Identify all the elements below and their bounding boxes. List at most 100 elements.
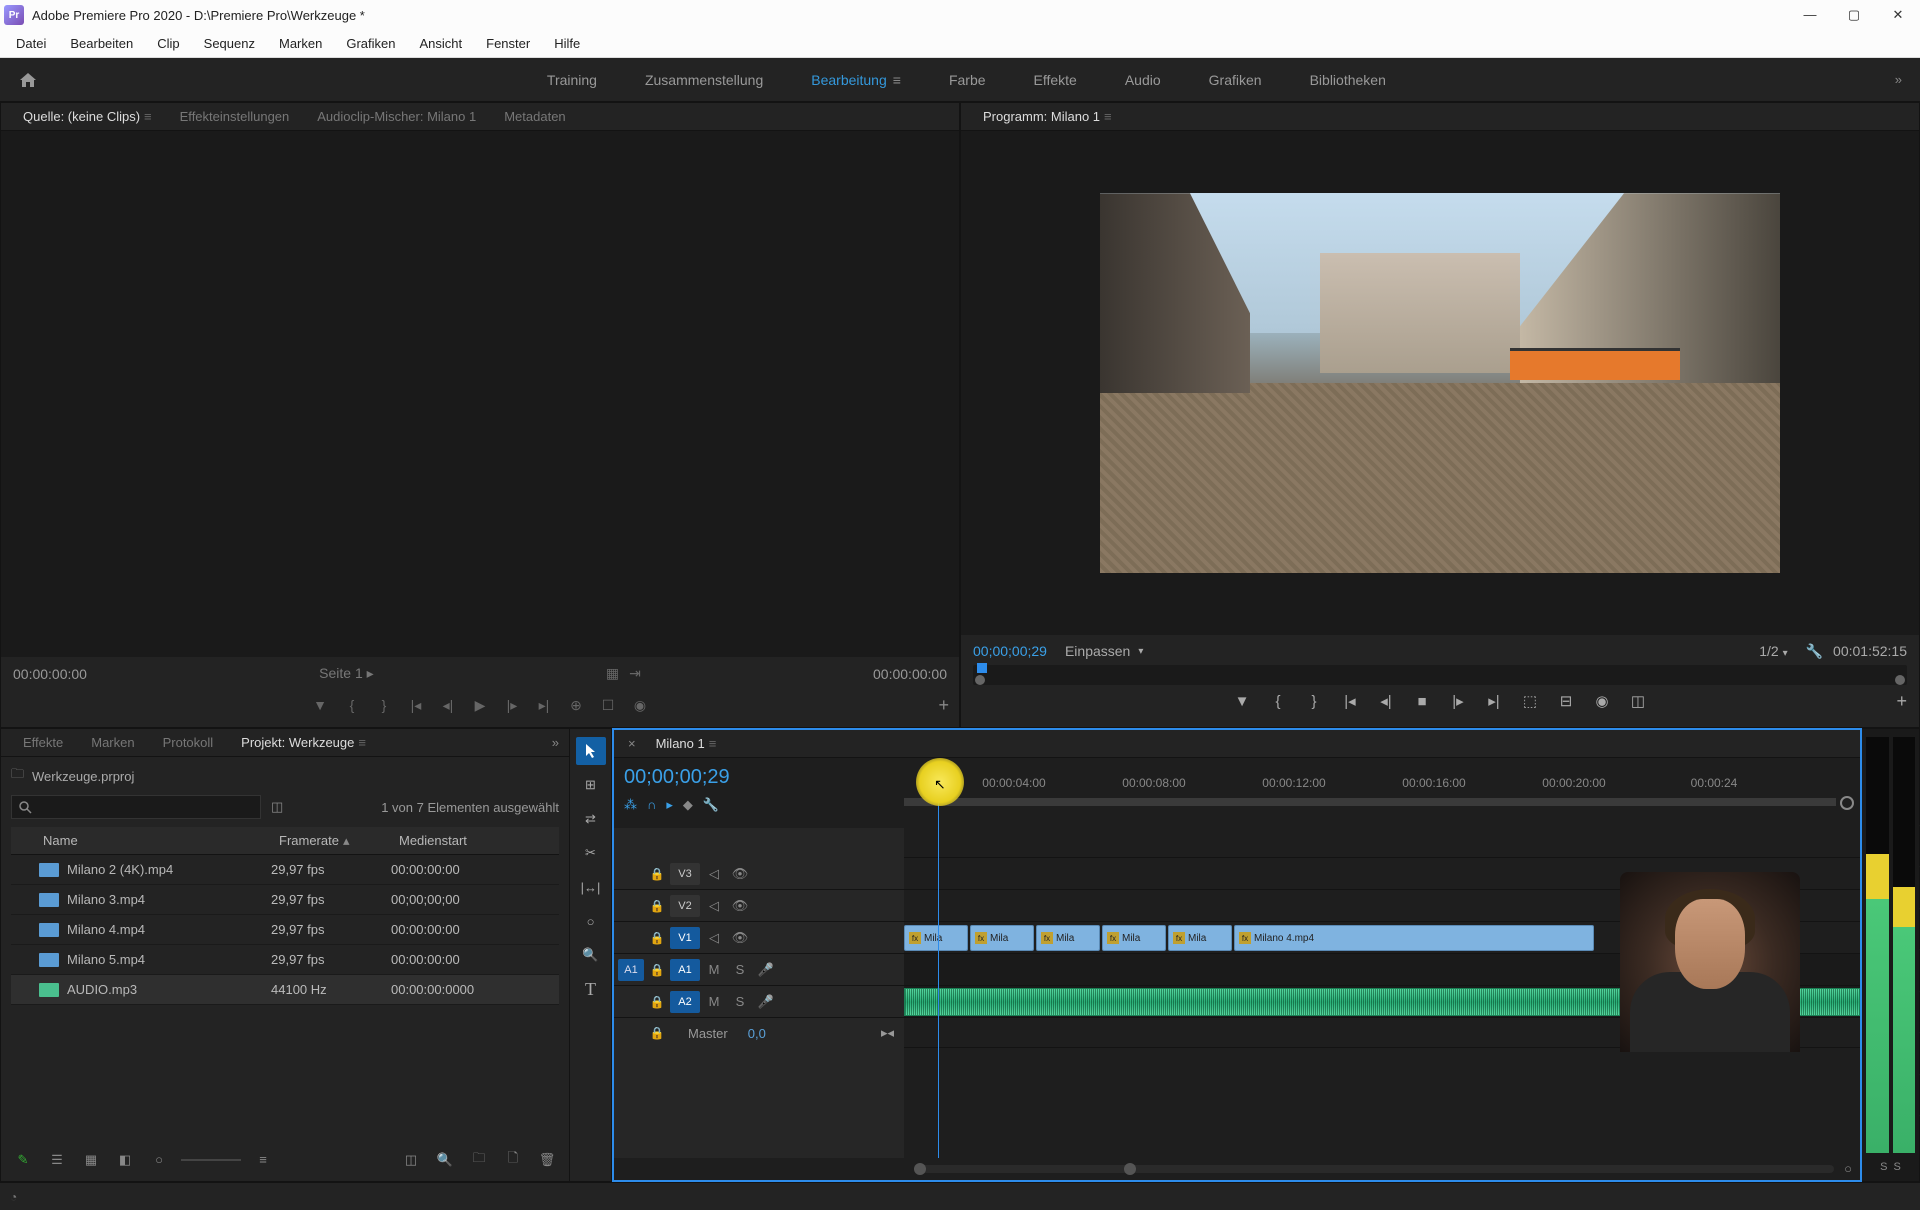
- type-tool-icon[interactable]: T: [576, 975, 606, 1003]
- src-marker-icon[interactable]: ▼: [307, 692, 333, 718]
- timeline-timecode[interactable]: 00;00;00;29: [624, 766, 894, 789]
- program-resolution-select[interactable]: 1/2 ▾: [1751, 641, 1795, 661]
- src-add-button-icon[interactable]: +: [938, 695, 949, 716]
- track-master[interactable]: 🔒 Master 0,0 ▸◂: [614, 1018, 904, 1048]
- prog-add-button-icon[interactable]: +: [1896, 691, 1907, 712]
- tab-audioclip-mischer[interactable]: Audioclip-Mischer: Milano 1: [303, 105, 490, 128]
- video-clip[interactable]: fxMila: [1168, 925, 1232, 951]
- write-icon[interactable]: ✎: [11, 1152, 35, 1168]
- lock-icon[interactable]: 🔒: [646, 995, 668, 1009]
- zoom-slider-handle[interactable]: ○: [147, 1152, 171, 1167]
- src-insert-icon[interactable]: ⊕: [563, 692, 589, 718]
- tab-projekt[interactable]: Projekt: Werkzeuge≡: [227, 731, 380, 754]
- close-sequence-icon[interactable]: ×: [622, 736, 642, 751]
- col-framerate[interactable]: Framerate▴: [271, 833, 391, 849]
- selection-tool-icon[interactable]: [576, 737, 606, 765]
- table-row[interactable]: Milano 5.mp4 29,97 fps 00:00:00:00: [11, 945, 559, 975]
- source-timecode-left[interactable]: 00:00:00:00: [13, 666, 87, 682]
- track-label[interactable]: V3: [670, 863, 700, 885]
- prog-out-icon[interactable]: }: [1300, 689, 1328, 713]
- settings-wrench-icon[interactable]: 🔧: [703, 797, 719, 813]
- menu-clip[interactable]: Clip: [145, 32, 191, 55]
- voice-record-icon[interactable]: 🎤: [754, 962, 778, 978]
- delete-icon[interactable]: 🗑: [535, 1152, 559, 1168]
- collapse-icon[interactable]: ▸◂: [881, 1025, 894, 1041]
- program-timecode[interactable]: 00;00;00;29: [973, 643, 1047, 659]
- workspace-training[interactable]: Training: [523, 62, 621, 98]
- source-scale-select[interactable]: Seite 1 ▸: [319, 665, 374, 682]
- eye-icon[interactable]: 👁: [728, 866, 752, 882]
- hand-tool-icon[interactable]: 🔍: [576, 941, 606, 969]
- maximize-button[interactable]: ▢: [1844, 7, 1864, 23]
- master-value[interactable]: 0,0: [748, 1026, 766, 1041]
- prog-in-icon[interactable]: {: [1264, 689, 1292, 713]
- solo-left[interactable]: S: [1880, 1161, 1887, 1173]
- table-row[interactable]: Milano 3.mp4 29,97 fps 00;00;00;00: [11, 885, 559, 915]
- tab-effekte[interactable]: Effekte: [9, 731, 77, 754]
- tab-protokoll[interactable]: Protokoll: [149, 731, 228, 754]
- src-out-icon[interactable]: }: [371, 692, 397, 718]
- program-monitor[interactable]: [961, 131, 1919, 635]
- voice-record-icon[interactable]: 🎤: [754, 994, 778, 1010]
- table-row[interactable]: Milano 2 (4K).mp4 29,97 fps 00:00:00:00: [11, 855, 559, 885]
- toggle-output-icon[interactable]: ◁: [702, 898, 726, 914]
- tab-metadaten[interactable]: Metadaten: [490, 105, 579, 128]
- panel-overflow-icon[interactable]: »: [542, 731, 569, 754]
- track-label[interactable]: A1: [670, 959, 700, 981]
- tab-quelle[interactable]: Quelle: (keine Clips)≡: [9, 105, 166, 128]
- menu-ansicht[interactable]: Ansicht: [407, 32, 474, 55]
- add-marker-icon[interactable]: ◆: [683, 797, 693, 813]
- eye-icon[interactable]: 👁: [728, 930, 752, 946]
- lock-icon[interactable]: 🔒: [646, 867, 668, 881]
- table-row[interactable]: Milano 4.mp4 29,97 fps 00:00:00:00: [11, 915, 559, 945]
- prog-marker-icon[interactable]: ▼: [1228, 689, 1256, 713]
- menu-sequenz[interactable]: Sequenz: [192, 32, 267, 55]
- snap-icon[interactable]: ⁂: [624, 797, 637, 813]
- prog-lift-icon[interactable]: ⬚: [1516, 689, 1544, 713]
- tab-programm[interactable]: Programm: Milano 1≡: [969, 105, 1126, 128]
- source-overlay-icon[interactable]: ▦: [606, 665, 619, 682]
- mute-icon[interactable]: M: [702, 962, 726, 977]
- col-name[interactable]: Name: [11, 833, 271, 848]
- workspace-overflow-icon[interactable]: »: [1885, 66, 1912, 93]
- src-step-fwd-icon[interactable]: |▸: [499, 692, 525, 718]
- mute-icon[interactable]: M: [702, 994, 726, 1009]
- toggle-output-icon[interactable]: ◁: [702, 930, 726, 946]
- eye-icon[interactable]: 👁: [728, 898, 752, 914]
- video-clip[interactable]: fxMila: [904, 925, 968, 951]
- track-header-v1[interactable]: 🔒 V1 ◁ 👁: [614, 922, 904, 954]
- close-button[interactable]: ✕: [1888, 7, 1908, 23]
- solo-right[interactable]: S: [1894, 1161, 1901, 1173]
- search-input[interactable]: [11, 795, 261, 819]
- pen-tool-icon[interactable]: ○: [576, 907, 606, 935]
- track-header-a2[interactable]: 🔒 A2 M S 🎤: [614, 986, 904, 1018]
- status-icon[interactable]: ◔: [10, 1190, 17, 1204]
- prog-goto-out-icon[interactable]: ▸|: [1480, 689, 1508, 713]
- marker-icon[interactable]: ▸: [666, 797, 673, 813]
- menu-bearbeiten[interactable]: Bearbeiten: [58, 32, 145, 55]
- menu-grafiken[interactable]: Grafiken: [334, 32, 407, 55]
- src-play-icon[interactable]: ▶: [467, 692, 493, 718]
- bin-icon[interactable]: 🗀: [11, 765, 24, 787]
- track-select-tool-icon[interactable]: ⊞: [576, 771, 606, 799]
- audio-patch[interactable]: A1: [618, 959, 644, 981]
- video-clip[interactable]: fxMila: [1102, 925, 1166, 951]
- table-row[interactable]: AUDIO.mp3 44100 Hz 00:00:00:0000: [11, 975, 559, 1005]
- menu-marken[interactable]: Marken: [267, 32, 334, 55]
- prog-stop-icon[interactable]: ■: [1408, 689, 1436, 713]
- tab-sequence[interactable]: Milano 1≡: [642, 732, 731, 755]
- source-insert-icon[interactable]: ⇥: [629, 665, 641, 682]
- timeline-ruler[interactable]: ↖ 00:00:04:00 00:00:08:00 00:00:12:00 00…: [904, 758, 1860, 828]
- program-fit-select[interactable]: Einpassen ▾: [1057, 641, 1151, 661]
- list-view-icon[interactable]: ☰: [45, 1152, 69, 1168]
- prog-goto-in-icon[interactable]: |◂: [1336, 689, 1364, 713]
- minimize-button[interactable]: —: [1800, 7, 1820, 23]
- video-clip[interactable]: fxMilano 4.mp4: [1234, 925, 1594, 951]
- workspace-bearbeitung[interactable]: Bearbeitung≡: [787, 62, 925, 98]
- icon-view-icon[interactable]: ▦: [79, 1152, 103, 1168]
- sort-icon[interactable]: ≡: [251, 1152, 275, 1167]
- track-label[interactable]: A2: [670, 991, 700, 1013]
- slip-tool-icon[interactable]: |↔|: [576, 873, 606, 901]
- src-export-frame-icon[interactable]: ◉: [627, 692, 653, 718]
- lock-icon[interactable]: 🔒: [646, 899, 668, 913]
